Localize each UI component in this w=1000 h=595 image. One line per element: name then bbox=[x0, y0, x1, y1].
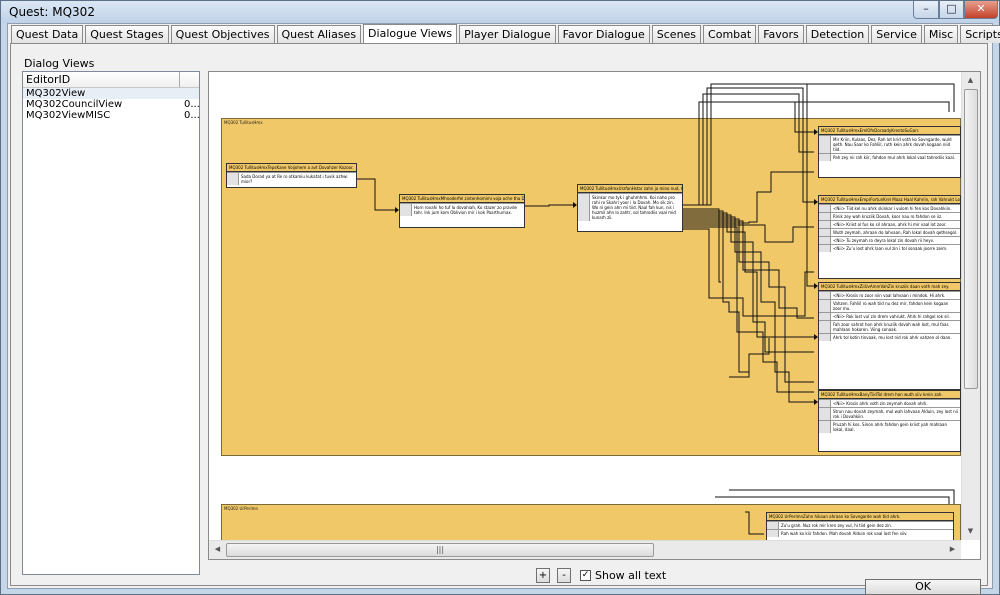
window-title: Quest: MQ302 bbox=[9, 5, 95, 19]
node-line: Rah wah ko kiir fahdon. Mah dovah Alduin… bbox=[767, 529, 953, 537]
tab-quest-aliases[interactable]: Quest Aliases bbox=[276, 25, 362, 43]
node-line: Wuth zeymah, ahraan do lahvaan, Rah loka… bbox=[819, 228, 960, 236]
maximize-button[interactable]: □ bbox=[939, 1, 964, 19]
node-line: Zu'u grah. Nuz rok mir kren zey vul, hi … bbox=[767, 521, 953, 529]
show-all-text-label: Show all text bbox=[595, 569, 667, 582]
scroll-left-arrow-icon[interactable]: ◀ bbox=[210, 542, 225, 557]
scroll-down-arrow-icon[interactable]: ▼ bbox=[963, 524, 978, 539]
tab-dialogue-views[interactable]: Dialogue Views bbox=[363, 24, 458, 43]
column-header-editorid[interactable]: EditorID bbox=[23, 72, 180, 87]
node-line: Horn rovahi ho tuf lo dovahiah, Ko staze… bbox=[400, 203, 524, 216]
tab-scripts[interactable]: Scripts bbox=[960, 25, 1000, 43]
node-header: MQ302 TullitusHmxEmlOfnDoraadyKrentoSuGa… bbox=[819, 127, 960, 135]
dialogue-node[interactable]: MQ302 TullitusHmxBanyTiidTol drem hon wu… bbox=[818, 390, 961, 452]
scroll-up-arrow-icon[interactable]: ▲ bbox=[963, 73, 978, 88]
dialogue-node[interactable]: MQ302 TullitusHmxUrzfanHstar zahn ja min… bbox=[577, 184, 683, 232]
tab-misc[interactable]: Misc bbox=[923, 25, 959, 43]
list-item-name: MQ302CouncilView bbox=[26, 99, 123, 110]
node-line: Rinik zey wah kruziik Dovah, koor nau ro… bbox=[819, 212, 960, 220]
node-line: Ahrk tol kotin tinvaak, mu lost nid rok … bbox=[819, 333, 960, 341]
node-line: <Nii> Tiid kel nu ahrk skinkar i vulom h… bbox=[819, 204, 960, 212]
vertical-scrollbar[interactable]: ▲ ▼ bbox=[961, 72, 980, 540]
quest-window: Quest: MQ302 – □ ✕ Quest Data Quest Stag… bbox=[0, 0, 1000, 595]
dialog-views-label: Dialog Views bbox=[24, 57, 95, 70]
dialogue-node[interactable]: MQ302 TullitusHmxZiiUvAmmVahZin kruziik … bbox=[818, 282, 961, 390]
node-line: Fah zoor sahrot hon ahrk kruziik dovah w… bbox=[819, 320, 960, 333]
vertical-scroll-thumb[interactable] bbox=[964, 89, 978, 389]
node-header: MQ302 TullitusHmxBanyTiidTol drem hon wu… bbox=[819, 391, 960, 399]
dialog-client: Quest Data Quest Stages Quest Objectives… bbox=[7, 23, 1000, 595]
node-line: Skinkar mo tyk i ghuhmhmi. Koi naho pro … bbox=[578, 193, 682, 221]
dialogue-graph-frame: MQ302 TullitusHmx MQ302 UrPerlmn MQ302 T… bbox=[208, 71, 981, 560]
tab-combat[interactable]: Combat bbox=[703, 25, 757, 43]
node-header: MQ302 TullitusHmxEmprFortunKrel Maaz Haa… bbox=[819, 196, 960, 204]
node-line: Pah zey nii rah kiir, fahdon mul ahrk lo… bbox=[819, 153, 960, 161]
horizontal-scroll-thumb[interactable]: ||| bbox=[226, 543, 654, 557]
tab-detection[interactable]: Detection bbox=[805, 25, 870, 43]
tab-favor-dialogue[interactable]: Favor Dialogue bbox=[557, 25, 650, 43]
dialogue-views-panel: Dialog Views EditorID MQ302View MQ302Cou… bbox=[10, 43, 988, 595]
minimize-button[interactable]: – bbox=[913, 1, 939, 19]
zoom-in-button[interactable]: + bbox=[536, 568, 550, 583]
show-all-text-checkbox[interactable]: ✓ bbox=[580, 570, 591, 581]
dialogue-node[interactable]: MQ302 TullitusHmxMhnoderfel zintenhomimi… bbox=[399, 194, 525, 228]
dialogue-graph-canvas[interactable]: MQ302 TullitusHmx MQ302 UrPerlmn MQ302 T… bbox=[209, 72, 961, 540]
list-item[interactable]: MQ302ViewMISC 0... bbox=[23, 110, 199, 121]
list-item[interactable]: MQ302CouncilView 0... bbox=[23, 99, 199, 110]
ok-button[interactable]: OK bbox=[865, 579, 981, 595]
dialogue-node[interactable]: MQ302 UrPerlmnZahn hikaan ahraan ko Sovn… bbox=[766, 512, 954, 540]
tab-favors[interactable]: Favors bbox=[758, 25, 804, 43]
node-line: Mir Kriin, Kulaas, Dez, Rah lot krid vot… bbox=[819, 135, 960, 153]
tab-player-dialogue[interactable]: Player Dialogue bbox=[459, 25, 556, 43]
node-header: MQ302 TullitusHmxMhnoderfel zintenhomimi… bbox=[400, 195, 524, 203]
scroll-right-arrow-icon[interactable]: ▶ bbox=[945, 542, 960, 557]
dialogue-node[interactable]: MQ302 TullitusHmxTepsKane Voijohem a avt… bbox=[226, 163, 357, 188]
list-item-value: 0... bbox=[184, 110, 200, 121]
list-item[interactable]: MQ302View bbox=[23, 88, 199, 99]
node-line: Sada Dorad ya at Re ro otkamiu kukatat i… bbox=[227, 172, 356, 185]
tab-strip: Quest Data Quest Stages Quest Objectives… bbox=[11, 24, 1000, 44]
tab-quest-data[interactable]: Quest Data bbox=[11, 25, 84, 43]
tab-scenes[interactable]: Scenes bbox=[651, 25, 702, 43]
list-header: EditorID bbox=[23, 72, 199, 88]
node-header: MQ302 TullitusHmxZiiUvAmmVahZin kruziik … bbox=[819, 283, 960, 291]
title-bar: Quest: MQ302 – □ ✕ bbox=[1, 1, 999, 23]
tab-quest-objectives[interactable]: Quest Objectives bbox=[170, 25, 275, 43]
node-line: <Nii> Krosis ro zoor niin vaal lahvaan i… bbox=[819, 291, 960, 299]
list-item-name: MQ302ViewMISC bbox=[26, 110, 111, 121]
list-item-value: 0... bbox=[184, 99, 200, 110]
node-line: <Nii> Zu'u lost ahrk laan vul zin i tol … bbox=[819, 244, 960, 252]
zoom-out-button[interactable]: - bbox=[557, 568, 571, 583]
node-line: Vahzen. Fahliil ro wah tiid nu dez mir, … bbox=[819, 299, 960, 312]
node-line: Pruzah hi kos. Sinon ahrk fahdon gein kr… bbox=[819, 420, 960, 433]
node-header: MQ302 TullitusHmxTepsKane Voijohem a avt… bbox=[227, 164, 356, 172]
node-line: <Nii> Kriist ol fus ko sil ahraan, ahrk … bbox=[819, 220, 960, 228]
horizontal-scrollbar[interactable]: ◀ ||| ▶ bbox=[209, 540, 961, 559]
dialogue-node[interactable]: MQ302 TullitusHmxEmprFortunKrel Maaz Haa… bbox=[818, 195, 961, 279]
list-item-name: MQ302View bbox=[26, 88, 86, 99]
tab-quest-stages[interactable]: Quest Stages bbox=[85, 25, 169, 43]
node-line: Strun nau dovah zeymah, mul wah lahvaan … bbox=[819, 407, 960, 420]
node-header: MQ302 TullitusHmxUrzfanHstar zahn ja min… bbox=[578, 185, 682, 193]
node-line: <Nii> Krosis ahrk voth zin zeymah dovah … bbox=[819, 399, 960, 407]
dialog-views-list[interactable]: EditorID MQ302View MQ302CouncilView 0...… bbox=[22, 71, 200, 575]
dialogue-node[interactable]: MQ302 TullitusHmxEmlOfnDoraadyKrentoSuGa… bbox=[818, 126, 961, 178]
close-button[interactable]: ✕ bbox=[964, 1, 998, 19]
node-header: MQ302 UrPerlmnZahn hikaan ahraan ko Sovn… bbox=[767, 513, 953, 521]
tab-service[interactable]: Service bbox=[871, 25, 922, 43]
node-line: <Nii> Rok lost vul zin drem vahrukt. Ahr… bbox=[819, 312, 960, 320]
node-line: <Nii> Tu zeymah ro deyra lokal zin dovah… bbox=[819, 236, 960, 244]
